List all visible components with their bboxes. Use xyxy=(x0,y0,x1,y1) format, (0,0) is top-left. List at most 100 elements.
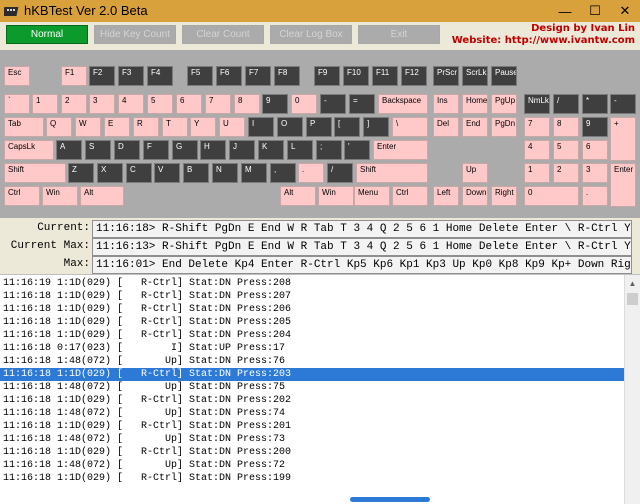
key-3-14: 5 xyxy=(553,140,579,160)
key-4-4: V xyxy=(154,163,180,183)
key-2-5: T xyxy=(162,117,188,137)
key-3-7: J xyxy=(229,140,255,160)
key-2-4: R xyxy=(133,117,159,137)
log-row[interactable]: 11:16:18 1:48(072) [ Up] Stat:DN Press:7… xyxy=(0,433,624,446)
key-2-16: PgDn xyxy=(491,117,517,137)
key-1-14: Ins xyxy=(433,94,459,114)
current-field: 11:16:18> R-Shift PgDn E End W R Tab T 3… xyxy=(92,220,632,238)
key-2-0: Tab xyxy=(4,117,44,137)
key-1-16: PgUp xyxy=(491,94,517,114)
maximize-button[interactable]: ☐ xyxy=(580,0,610,22)
key-3-3: D xyxy=(114,140,140,160)
key-2-11: [ xyxy=(334,117,360,137)
key-0-7: F7 xyxy=(245,66,271,86)
key-2-6: Y xyxy=(190,117,216,137)
log-box[interactable]: 11:16:19 1:1D(029) [ R-Ctrl] Stat:DN Pre… xyxy=(0,274,640,504)
key-3-4: F xyxy=(143,140,169,160)
key-2-12: ] xyxy=(363,117,389,137)
key-3-5: G xyxy=(172,140,198,160)
key-2-20: + xyxy=(610,117,636,161)
key-1-12: = xyxy=(349,94,375,114)
key-5-3: Alt xyxy=(280,186,316,206)
key-2-1: Q xyxy=(46,117,72,137)
key-1-1: 1 xyxy=(32,94,58,114)
max-row: Max: 11:16:01> End Delete Kp4 Enter R-Ct… xyxy=(0,256,640,274)
key-4-3: C xyxy=(126,163,152,183)
key-4-7: M xyxy=(241,163,267,183)
log-row[interactable]: 11:16:18 1:48(072) [ Up] Stat:DN Press:7… xyxy=(0,407,624,420)
key-4-9: . xyxy=(298,163,324,183)
log-row[interactable]: 11:16:18 1:1D(029) [ R-Ctrl] Stat:DN Pre… xyxy=(0,420,624,433)
key-4-11: Shift xyxy=(356,163,428,183)
log-row[interactable]: 11:16:18 1:1D(029) [ R-Ctrl] Stat:DN Pre… xyxy=(0,303,624,316)
key-4-10: / xyxy=(327,163,353,183)
log-row[interactable]: 11:16:19 1:1D(029) [ R-Ctrl] Stat:DN Pre… xyxy=(0,277,624,290)
key-5-5: Menu xyxy=(354,186,390,206)
key-1-3: 3 xyxy=(89,94,115,114)
key-3-2: S xyxy=(85,140,111,160)
log-row[interactable]: 11:16:18 1:1D(029) [ R-Ctrl] Stat:DN Pre… xyxy=(0,329,624,342)
log-row[interactable]: 11:16:18 1:1D(029) [ R-Ctrl] Stat:DN Pre… xyxy=(0,316,624,329)
key-2-3: E xyxy=(104,117,130,137)
exit-button[interactable]: Exit xyxy=(358,25,440,44)
current-label: Current: xyxy=(37,222,90,234)
key-0-2: F2 xyxy=(89,66,115,86)
key-1-20: - xyxy=(610,94,636,114)
log-row[interactable]: 11:16:18 1:48(072) [ Up] Stat:DN Press:7… xyxy=(0,381,624,394)
scroll-thumb[interactable] xyxy=(627,293,638,305)
key-3-9: L xyxy=(287,140,313,160)
scroll-up-icon[interactable]: ▲ xyxy=(625,275,640,291)
key-2-8: I xyxy=(248,117,274,137)
clear-log-box-button[interactable]: Clear Log Box xyxy=(270,25,352,44)
log-scrollbar[interactable]: ▲ xyxy=(624,275,640,504)
key-4-8: , xyxy=(270,163,296,183)
clear-count-button[interactable]: Clear Count xyxy=(182,25,264,44)
current-max-row: Current Max: 11:16:13> R-Shift PgDn E En… xyxy=(0,238,640,256)
key-1-11: - xyxy=(320,94,346,114)
log-row[interactable]: 11:16:18 1:1D(029) [ R-Ctrl] Stat:DN Pre… xyxy=(0,446,624,459)
key-1-7: 7 xyxy=(205,94,231,114)
key-2-17: 7 xyxy=(524,117,550,137)
key-4-13: 1 xyxy=(524,163,550,183)
key-0-11: F11 xyxy=(372,66,398,86)
log-row[interactable]: 11:16:18 1:48(072) [ Up] Stat:DN Press:7… xyxy=(0,355,624,368)
website-link[interactable]: Website: http://www.ivantw.com xyxy=(452,35,635,46)
key-0-0: Esc xyxy=(4,66,30,86)
key-3-11: ' xyxy=(344,140,370,160)
key-0-5: F5 xyxy=(187,66,213,86)
key-2-15: End xyxy=(462,117,488,137)
title-bar[interactable]: hKBTest Ver 2.0 Beta — ☐ ✕ xyxy=(0,0,640,22)
close-button[interactable]: ✕ xyxy=(610,0,640,22)
key-2-14: Del xyxy=(433,117,459,137)
window-title: hKBTest Ver 2.0 Beta xyxy=(24,3,148,18)
log-row[interactable]: 11:16:18 0:17(023) [ I] Stat:UP Press:17 xyxy=(0,342,624,355)
key-0-15: Pause xyxy=(491,66,517,86)
log-row[interactable]: 11:16:18 1:1D(029) [ R-Ctrl] Stat:DN Pre… xyxy=(0,290,624,303)
key-1-2: 2 xyxy=(61,94,87,114)
key-0-4: F4 xyxy=(147,66,173,86)
key-5-8: Down xyxy=(462,186,488,206)
key-5-11: . xyxy=(582,186,608,206)
current-row: Current: 11:16:18> R-Shift PgDn E End W … xyxy=(0,220,640,238)
minimize-button[interactable]: — xyxy=(550,0,580,22)
key-1-17: NmLk xyxy=(524,94,550,114)
key-2-10: P xyxy=(306,117,332,137)
key-3-6: H xyxy=(200,140,226,160)
log-row[interactable]: 11:16:18 1:1D(029) [ R-Ctrl] Stat:DN Pre… xyxy=(0,368,624,381)
log-row[interactable]: 11:16:18 1:1D(029) [ R-Ctrl] Stat:DN Pre… xyxy=(0,472,624,485)
hide-key-count-button[interactable]: Hide Key Count xyxy=(94,25,176,44)
status-area: Current: 11:16:18> R-Shift PgDn E End W … xyxy=(0,218,640,274)
normal-button[interactable]: Normal xyxy=(6,25,88,44)
key-4-5: B xyxy=(183,163,209,183)
log-list[interactable]: 11:16:19 1:1D(029) [ R-Ctrl] Stat:DN Pre… xyxy=(0,277,624,485)
key-4-2: X xyxy=(97,163,123,183)
author-credit: Design by Ivan Lin xyxy=(531,23,635,34)
key-3-12: Enter xyxy=(373,140,428,160)
key-4-6: N xyxy=(212,163,238,183)
max-label: Max: xyxy=(63,258,90,270)
log-row[interactable]: 11:16:18 1:1D(029) [ R-Ctrl] Stat:DN Pre… xyxy=(0,394,624,407)
key-4-14: 2 xyxy=(553,163,579,183)
key-4-1: Z xyxy=(68,163,94,183)
key-3-8: K xyxy=(258,140,284,160)
log-row[interactable]: 11:16:18 1:48(072) [ Up] Stat:DN Press:7… xyxy=(0,459,624,472)
